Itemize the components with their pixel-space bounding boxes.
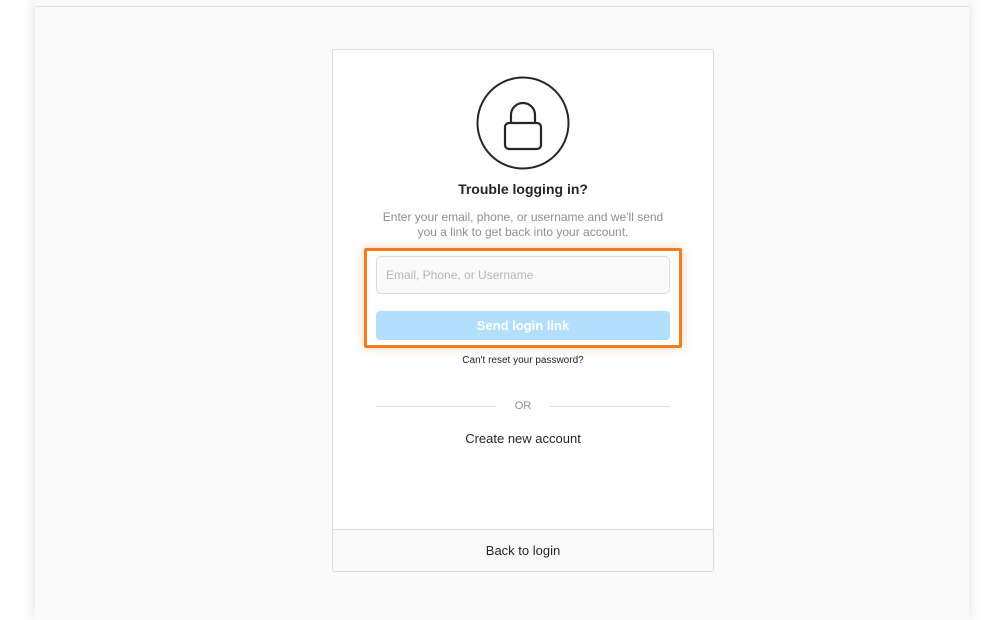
divider-line-right (550, 406, 670, 407)
cant-reset-password-link[interactable]: Can't reset your password? (333, 355, 713, 366)
back-to-login-button[interactable]: Back to login (333, 529, 713, 571)
window-top-divider (35, 6, 969, 7)
create-new-account-link[interactable]: Create new account (333, 431, 713, 446)
browser-window: Trouble logging in? Enter your email, ph… (35, 0, 969, 620)
email-phone-username-input[interactable] (376, 256, 670, 294)
page-title: Trouble logging in? (458, 181, 588, 197)
send-login-link-button[interactable]: Send login link (376, 311, 670, 340)
lock-icon (476, 76, 570, 170)
password-reset-card: Trouble logging in? Enter your email, ph… (332, 49, 714, 572)
instructions-text: Enter your email, phone, or username and… (382, 210, 664, 239)
or-divider: OR (376, 400, 670, 414)
